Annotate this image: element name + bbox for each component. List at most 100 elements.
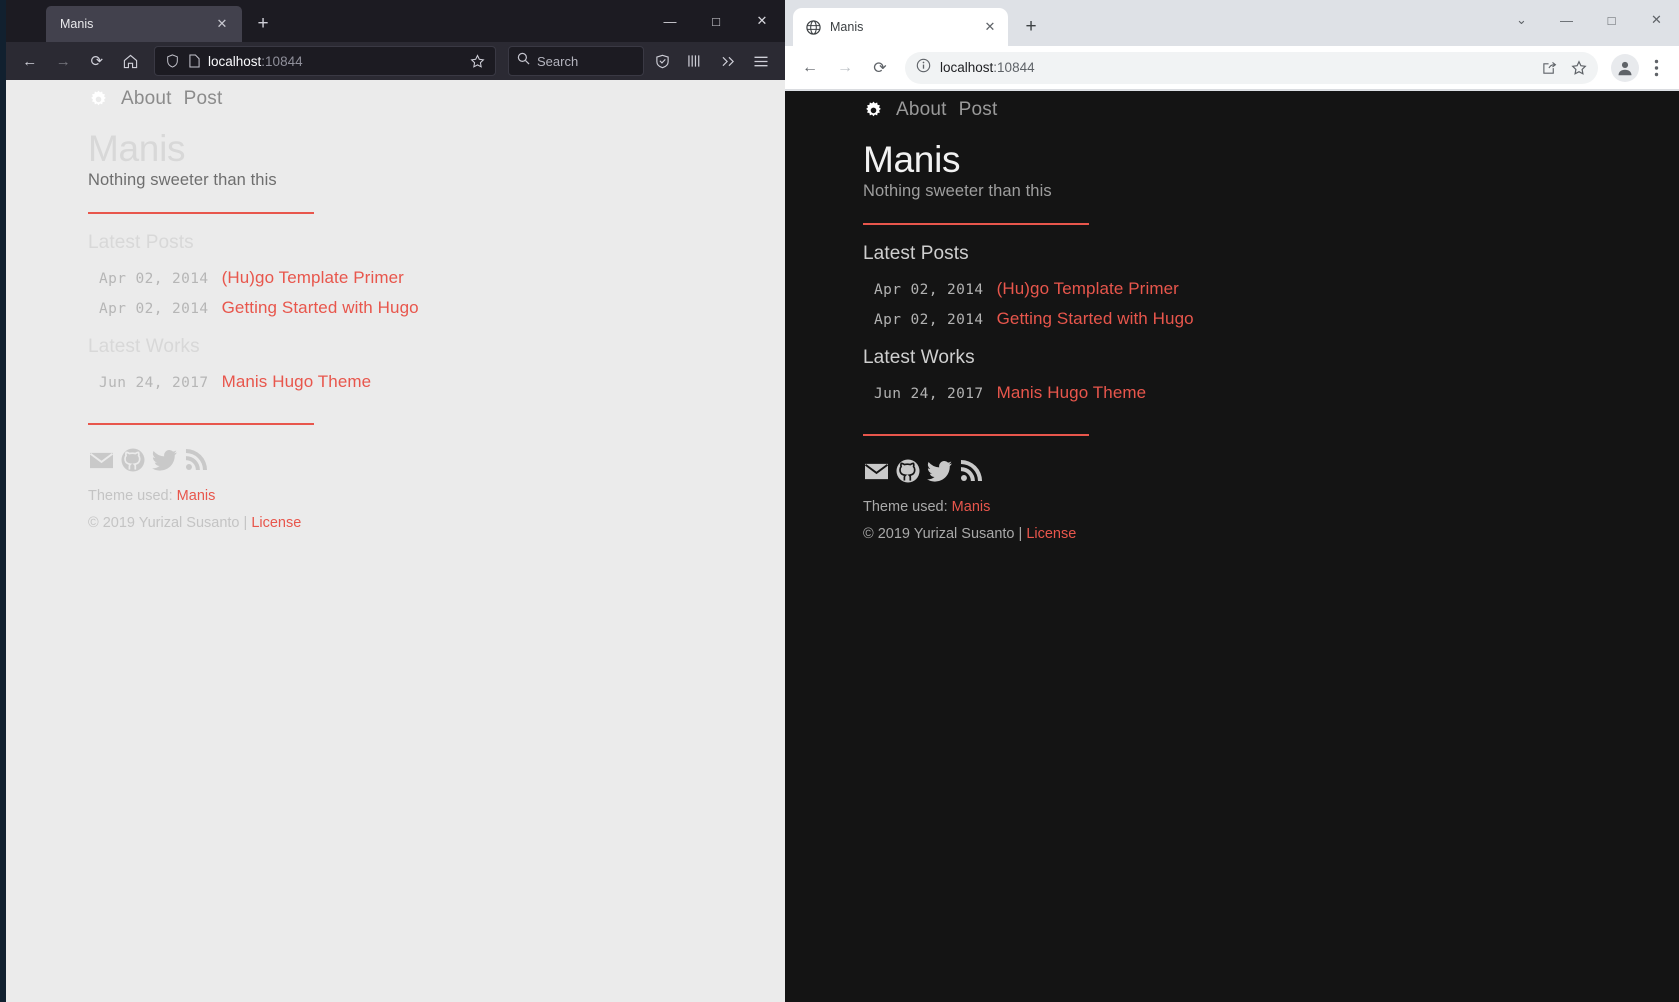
chrome-tab-title: Manis <box>830 20 864 34</box>
theme-link[interactable]: Manis <box>177 488 216 504</box>
share-icon[interactable] <box>1536 55 1562 81</box>
entry-link[interactable]: (Hu)go Template Primer <box>222 268 404 288</box>
site-nav: About Post <box>88 88 785 110</box>
gear-icon[interactable] <box>88 89 109 110</box>
overflow-chevron-icon[interactable] <box>712 46 744 76</box>
rss-icon[interactable] <box>958 459 983 484</box>
page-title: Manis <box>88 128 186 169</box>
page-info-icon[interactable] <box>916 58 931 78</box>
back-icon[interactable]: ← <box>794 52 826 84</box>
gear-icon[interactable] <box>863 100 884 121</box>
bookmark-star-icon[interactable] <box>465 53 489 69</box>
search-placeholder: Search <box>537 53 579 69</box>
entry-link[interactable]: Getting Started with Hugo <box>997 309 1194 329</box>
forward-icon[interactable]: → <box>48 46 80 76</box>
entry-date: Apr 02, 2014 <box>874 282 984 299</box>
firefox-page-viewport: About Post Manis Nothing sweeter than th… <box>6 80 785 1002</box>
chrome-window-controls: ⌄ — □ ✕ <box>1499 0 1679 40</box>
list-item[interactable]: Apr 02, 2014 (Hu)go Template Primer <box>863 274 1679 304</box>
close-icon[interactable]: ✕ <box>212 14 232 34</box>
chrome-omnibox[interactable]: localhost:10844 <box>905 51 1598 84</box>
close-icon[interactable]: ✕ <box>1634 0 1679 40</box>
license-link[interactable]: License <box>1026 526 1076 542</box>
pocket-shield-icon[interactable] <box>646 46 678 76</box>
firefox-tab-strip: Manis ✕ + — □ ✕ <box>6 0 785 42</box>
section-heading-latest-posts: Latest Posts <box>863 243 969 265</box>
new-tab-button[interactable]: + <box>1016 12 1046 42</box>
list-item[interactable]: Apr 02, 2014 (Hu)go Template Primer <box>88 263 785 293</box>
copyright: © 2019 Yurizal Susanto | License <box>863 526 1077 543</box>
firefox-window: Manis ✕ + — □ ✕ ← → ⟳ localhost:10844 Se… <box>6 0 785 1002</box>
minimize-icon[interactable]: — <box>1544 0 1589 40</box>
three-dot-menu-icon[interactable] <box>1642 52 1670 84</box>
chrome-tab[interactable]: Manis ✕ <box>793 8 1008 46</box>
github-icon[interactable] <box>120 447 146 473</box>
firefox-url-bar[interactable]: localhost:10844 <box>154 46 496 76</box>
profile-avatar[interactable] <box>1611 53 1639 82</box>
firefox-toolbar-actions <box>646 46 777 76</box>
maximize-icon[interactable]: □ <box>693 0 739 42</box>
close-icon[interactable]: ✕ <box>980 17 1000 37</box>
list-item[interactable]: Apr 02, 2014 Getting Started with Hugo <box>863 304 1679 334</box>
page-title: Manis <box>863 139 961 180</box>
page-info-icon[interactable] <box>183 54 205 68</box>
accent-divider-top <box>863 223 1089 226</box>
entry-date: Jun 24, 2017 <box>874 386 984 403</box>
rss-icon[interactable] <box>183 448 208 473</box>
accent-divider-bottom <box>88 423 314 426</box>
site-nav: About Post <box>863 99 1679 121</box>
accent-divider-bottom <box>863 434 1089 437</box>
nav-link-about[interactable]: About <box>896 99 947 121</box>
back-icon[interactable]: ← <box>14 46 46 76</box>
new-tab-button[interactable]: + <box>248 9 278 39</box>
email-icon[interactable] <box>88 449 115 472</box>
firefox-tab[interactable]: Manis ✕ <box>46 6 242 42</box>
tab-search-chevron-icon[interactable]: ⌄ <box>1499 0 1544 40</box>
manis-page-light: About Post Manis Nothing sweeter than th… <box>6 80 785 537</box>
search-icon <box>517 52 530 70</box>
manis-page-dark: About Post Manis Nothing sweeter than th… <box>785 91 1679 548</box>
twitter-icon[interactable] <box>926 460 953 483</box>
entry-link[interactable]: Getting Started with Hugo <box>222 298 419 318</box>
chrome-tab-strip: Manis ✕ + ⌄ — □ ✕ <box>785 0 1679 46</box>
nav-link-post[interactable]: Post <box>959 99 998 121</box>
home-icon[interactable] <box>115 46 147 76</box>
url-text: localhost:10844 <box>208 53 303 69</box>
entry-date: Apr 02, 2014 <box>99 271 209 288</box>
license-link[interactable]: License <box>251 515 301 531</box>
entry-date: Apr 02, 2014 <box>99 301 209 318</box>
reload-icon[interactable]: ⟳ <box>81 46 113 76</box>
theme-link[interactable]: Manis <box>952 499 991 515</box>
entry-date: Jun 24, 2017 <box>99 375 209 392</box>
close-icon[interactable]: ✕ <box>739 0 785 42</box>
theme-credit: Theme used: Manis <box>863 499 991 516</box>
entry-link[interactable]: (Hu)go Template Primer <box>997 279 1179 299</box>
nav-link-post[interactable]: Post <box>184 88 223 110</box>
copyright: © 2019 Yurizal Susanto | License <box>88 515 302 532</box>
maximize-icon[interactable]: □ <box>1589 0 1634 40</box>
nav-link-about[interactable]: About <box>121 88 172 110</box>
shield-icon <box>161 54 183 68</box>
bookmark-star-icon[interactable] <box>1566 55 1592 81</box>
firefox-search-bar[interactable]: Search <box>508 46 644 76</box>
github-icon[interactable] <box>895 458 921 484</box>
chrome-page-viewport: About Post Manis Nothing sweeter than th… <box>785 91 1679 1002</box>
accent-divider-top <box>88 212 314 215</box>
email-icon[interactable] <box>863 460 890 483</box>
forward-icon[interactable]: → <box>829 52 861 84</box>
section-heading-latest-works: Latest Works <box>863 347 975 369</box>
page-subtitle: Nothing sweeter than this <box>88 171 277 190</box>
page-subtitle: Nothing sweeter than this <box>863 182 1052 201</box>
reload-icon[interactable]: ⟳ <box>864 52 896 84</box>
hamburger-icon[interactable] <box>745 46 777 76</box>
firefox-window-controls: — □ ✕ <box>647 0 785 42</box>
list-item[interactable]: Jun 24, 2017 Manis Hugo Theme <box>88 367 785 397</box>
list-item[interactable]: Apr 02, 2014 Getting Started with Hugo <box>88 293 785 323</box>
omnibox-actions <box>1536 55 1592 81</box>
entry-link[interactable]: Manis Hugo Theme <box>997 383 1147 403</box>
list-item[interactable]: Jun 24, 2017 Manis Hugo Theme <box>863 378 1679 408</box>
entry-link[interactable]: Manis Hugo Theme <box>222 372 372 392</box>
minimize-icon[interactable]: — <box>647 0 693 42</box>
library-icon[interactable] <box>679 46 711 76</box>
twitter-icon[interactable] <box>151 449 178 472</box>
